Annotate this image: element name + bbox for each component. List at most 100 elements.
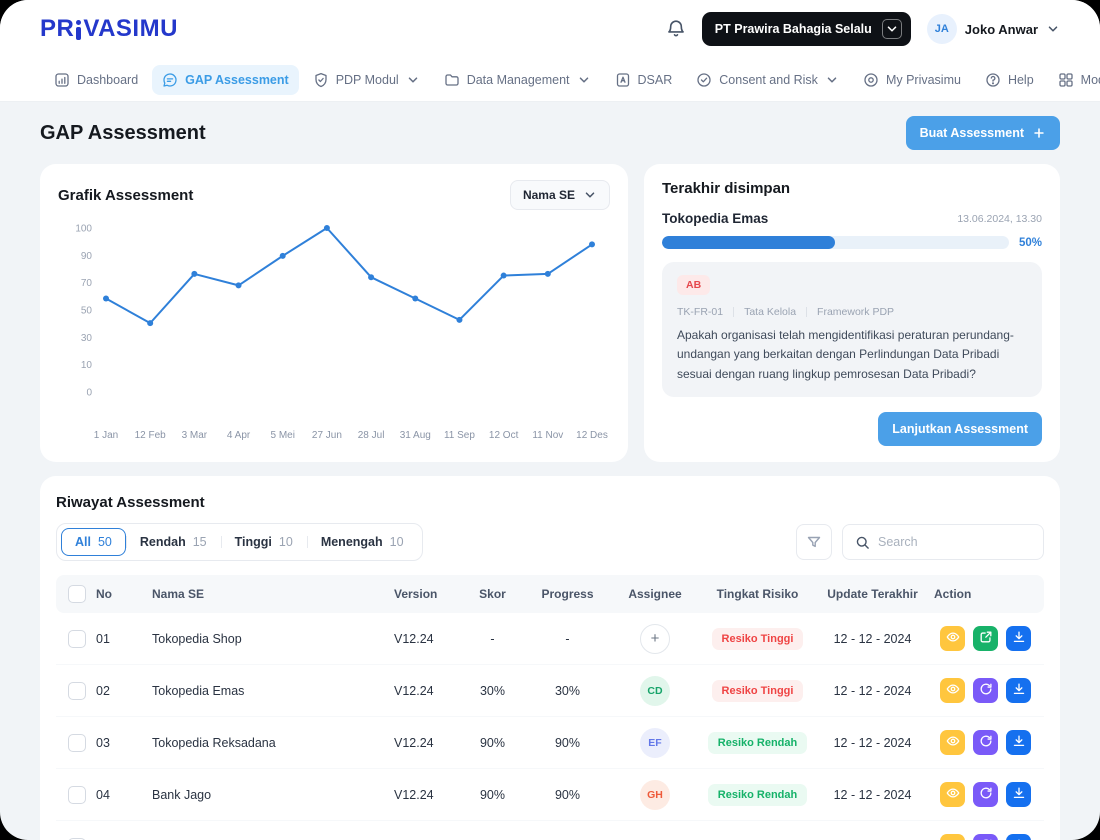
export-icon <box>979 630 993 647</box>
view-action-button[interactable] <box>940 678 965 703</box>
last-saved-name: Tokopedia Emas <box>662 211 768 226</box>
filter-tab-menengah[interactable]: Menengah 10 <box>307 528 418 556</box>
nav-item-dsar[interactable]: DSAR <box>605 65 683 95</box>
download-action-button[interactable] <box>1006 782 1031 807</box>
cell-version: V12.24 <box>390 684 460 698</box>
cell-actions <box>930 626 1044 651</box>
row-checkbox[interactable] <box>68 682 86 700</box>
view-icon <box>946 786 960 803</box>
filter-tab-label: Menengah <box>321 535 383 549</box>
table-row: 03Tokopedia ReksadanaV12.2490%90%EFResik… <box>56 717 1044 769</box>
cell-assignee: EF <box>610 728 700 758</box>
view-action-button[interactable] <box>940 834 965 840</box>
svg-text:4 Apr: 4 Apr <box>227 430 251 441</box>
row-checkbox[interactable] <box>68 734 86 752</box>
refresh-action-button[interactable] <box>973 730 998 755</box>
question-meta-item: Tata Kelola <box>744 306 796 318</box>
nav-item-consent-and-risk[interactable]: Consent and Risk <box>686 65 849 95</box>
progress-bar <box>662 236 1009 249</box>
filter-tab-count: 10 <box>279 535 293 549</box>
nav-item-my-privasimu[interactable]: My Privasimu <box>853 65 971 95</box>
continue-assessment-button[interactable]: Lanjutkan Assessment <box>878 412 1042 446</box>
column-header: Skor <box>460 587 525 601</box>
risk-badge: Resiko Rendah <box>708 784 807 806</box>
dashboard-icon <box>54 72 70 88</box>
refresh-action-button[interactable] <box>973 678 998 703</box>
nav-item-dashboard[interactable]: Dashboard <box>44 65 148 95</box>
filter-tab-all[interactable]: All50 <box>61 528 126 556</box>
refresh-action-button[interactable] <box>973 834 998 840</box>
table-row <box>56 821 1044 840</box>
table-header-row: NoNama SEVersionSkorProgressAssigneeTing… <box>56 575 1044 613</box>
company-selector[interactable]: PT Prawira Bahagia Selalu <box>702 12 911 46</box>
cell-nama-se: Tokopedia Shop <box>148 632 390 646</box>
svg-text:5 Mei: 5 Mei <box>271 430 295 441</box>
nav-item-help[interactable]: Help <box>975 65 1044 95</box>
cell-updated: 12 - 12 - 2024 <box>815 632 930 646</box>
svg-text:90: 90 <box>81 251 93 262</box>
cell-no: 03 <box>92 736 148 750</box>
bell-icon <box>666 19 686 39</box>
refresh-action-button[interactable] <box>973 782 998 807</box>
view-icon <box>946 682 960 699</box>
chevron-down-icon <box>825 73 839 87</box>
nav-item-modul-lainnya[interactable]: Modul Lainnya <box>1048 65 1100 95</box>
table-body: 01Tokopedia ShopV12.24--+Resiko Tinggi12… <box>56 613 1044 840</box>
notifications-button[interactable] <box>666 19 686 39</box>
nav-item-pdp-modul[interactable]: PDP Modul <box>303 65 430 95</box>
filter-tab-label: Rendah <box>140 535 186 549</box>
nav-item-label: Data Management <box>467 73 570 87</box>
nav-item-label: Help <box>1008 73 1034 87</box>
download-action-button[interactable] <box>1006 678 1031 703</box>
svg-text:11 Sep: 11 Sep <box>444 430 475 441</box>
question-meta: TK-FR-01Tata KelolaFramework PDP <box>677 306 1027 318</box>
add-assignee-button[interactable]: + <box>640 624 670 654</box>
svg-text:11 Nov: 11 Nov <box>532 430 563 441</box>
assessment-table: NoNama SEVersionSkorProgressAssigneeTing… <box>56 575 1044 840</box>
chevron-down-icon <box>882 19 902 39</box>
page-header: GAP Assessment Buat Assessment <box>40 116 1060 150</box>
cell-no: 01 <box>92 632 148 646</box>
chart-card: Grafik Assessment Nama SE 10090705030100… <box>40 164 628 462</box>
view-action-button[interactable] <box>940 730 965 755</box>
view-action-button[interactable] <box>940 782 965 807</box>
history-title: Riwayat Assessment <box>56 494 1044 511</box>
row-checkbox[interactable] <box>68 786 86 804</box>
row-checkbox[interactable] <box>68 630 86 648</box>
create-assessment-button[interactable]: Buat Assessment <box>906 116 1060 150</box>
filter-tab-rendah[interactable]: Rendah15 <box>126 528 221 556</box>
filter-button[interactable] <box>796 524 832 560</box>
download-action-button[interactable] <box>1006 834 1031 840</box>
cell-no: 02 <box>92 684 148 698</box>
filter-tab-count: 10 <box>390 535 404 549</box>
column-header: No <box>92 587 148 601</box>
chart-filter-dropdown[interactable]: Nama SE <box>510 180 610 210</box>
last-saved-timestamp: 13.06.2024, 13.30 <box>957 213 1042 225</box>
filter-tabs: All50Rendah15Tinggi10 Menengah 10 <box>56 523 423 561</box>
cell-skor: 30% <box>460 684 525 698</box>
column-header: Tingkat Risiko <box>700 587 815 601</box>
export-action-button[interactable] <box>973 626 998 651</box>
modul-lainnya-icon <box>1058 72 1074 88</box>
search-input[interactable] <box>878 535 1031 549</box>
select-all-checkbox[interactable] <box>68 585 86 603</box>
assessment-line-chart: 100907050301001 Jan12 Feb3 Mar4 Apr5 Mei… <box>58 216 610 451</box>
controls-right <box>796 524 1044 560</box>
svg-text:28 Jul: 28 Jul <box>358 430 385 441</box>
filter-tab-tinggi[interactable]: Tinggi10 <box>221 528 307 556</box>
download-action-button[interactable] <box>1006 730 1031 755</box>
cell-risk: Resiko Tinggi <box>700 628 815 650</box>
user-menu[interactable]: JA Joko Anwar <box>927 14 1060 44</box>
topbar: PR VASIMU PT Prawira Bahagia Selalu JA J… <box>0 0 1100 58</box>
view-action-button[interactable] <box>940 626 965 651</box>
nav-item-gap-assessment[interactable]: GAP Assessment <box>152 65 299 95</box>
download-icon <box>1012 630 1026 647</box>
cell-assignee: GH <box>610 780 700 810</box>
search-icon <box>855 535 870 550</box>
cell-risk: Resiko Tinggi <box>700 680 815 702</box>
cell-actions <box>930 834 1044 840</box>
cell-actions <box>930 730 1044 755</box>
nav-item-data-management[interactable]: Data Management <box>434 65 601 95</box>
history-card: Riwayat Assessment All50Rendah15Tinggi10… <box>40 476 1060 840</box>
download-action-button[interactable] <box>1006 626 1031 651</box>
